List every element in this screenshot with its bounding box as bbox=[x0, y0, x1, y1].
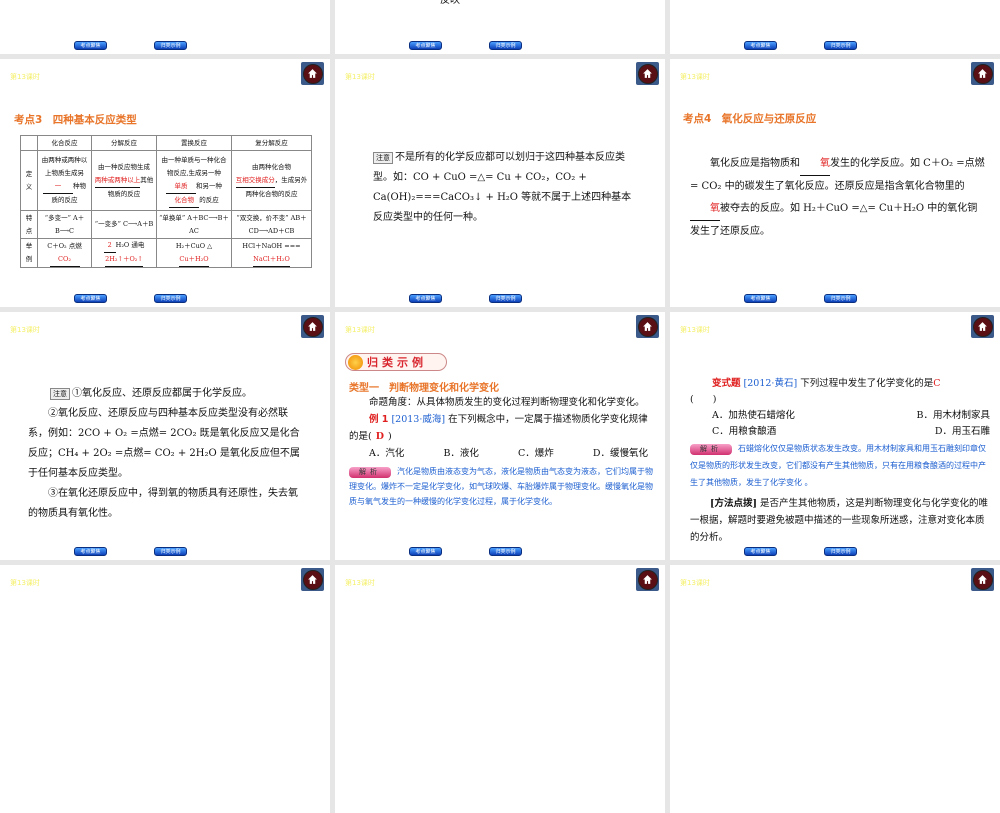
home-button[interactable] bbox=[971, 568, 994, 591]
table-cell: 由一种反应物生成两种或两种以上其他物质的反应 bbox=[91, 150, 157, 211]
nav-focus-button[interactable]: 考点聚焦 bbox=[744, 547, 777, 556]
slide-10: 第13课时 bbox=[0, 565, 330, 813]
table-cell: H₂＋CuO △ Cu＋H₂O bbox=[156, 238, 232, 268]
home-button[interactable] bbox=[301, 568, 324, 591]
nav-examples-button[interactable]: 归类示例 bbox=[489, 294, 522, 303]
lesson-label: 第13课时 bbox=[680, 73, 710, 81]
slide-5: 第13课时 注意 不是所有的化学反应都可以划归于这四种基本反应类型。如：CO + … bbox=[335, 59, 665, 307]
home-button[interactable] bbox=[301, 315, 324, 338]
badge-dot-icon bbox=[348, 354, 363, 370]
home-icon bbox=[302, 569, 323, 590]
home-button[interactable] bbox=[636, 568, 659, 591]
nav-focus-button[interactable]: 考点聚焦 bbox=[409, 41, 442, 50]
home-button[interactable] bbox=[971, 62, 994, 85]
nav-examples-button[interactable]: 归类示例 bbox=[489, 41, 522, 50]
row-label: 举例 bbox=[20, 238, 38, 268]
home-icon bbox=[972, 316, 993, 337]
table-header: 化合反应 bbox=[37, 135, 92, 151]
nav-examples-button[interactable]: 归类示例 bbox=[489, 547, 522, 556]
slide-7: 第13课时 注意 ①氧化反应、还原反应都属于化学反应。 ②氧化反应、还原反应与四种… bbox=[0, 312, 330, 560]
table-cell: 由两种或两种以上物质生成另一 种物质的反应 bbox=[37, 150, 92, 211]
nav-focus-button[interactable]: 考点聚焦 bbox=[744, 294, 777, 303]
note-paragraph: 注意 ①氧化反应、还原反应都属于化学反应。 ②氧化反应、还原反应与四种基本反应类型… bbox=[28, 388, 300, 519]
slide-4: 第13课时 考点3 四种基本反应类型 化合反应 分解反应 置换反应 复分解反应 定义 … bbox=[0, 59, 330, 307]
table-cell: “双交换，价不变” AB＋CD⟶AD＋CB bbox=[231, 210, 312, 239]
home-icon bbox=[972, 63, 993, 84]
nav-focus-button[interactable]: 考点聚焦 bbox=[74, 547, 107, 556]
lesson-label: 第13课时 bbox=[10, 73, 40, 81]
nav-examples-button[interactable]: 归类示例 bbox=[154, 547, 187, 556]
table-row: 定义 由两种或两种以上物质生成另一 种物质的反应 由一种反应物生成两种或两种以上其… bbox=[20, 150, 312, 211]
table-cell: 由两种化合物 互相交换成分，生成另外两种化合物的反应 bbox=[231, 150, 312, 211]
nav-examples-button[interactable]: 归类示例 bbox=[824, 294, 857, 303]
nav-examples-button[interactable]: 归类示例 bbox=[824, 41, 857, 50]
home-icon bbox=[637, 569, 658, 590]
lesson-label: 第13课时 bbox=[10, 579, 40, 587]
nav-examples-button[interactable]: 归类示例 bbox=[154, 294, 187, 303]
analysis-tag: 解析 bbox=[690, 444, 732, 455]
section-title: 考点4 氧化反应与还原反应 bbox=[683, 113, 817, 125]
reaction-types-table: 化合反应 分解反应 置换反应 复分解反应 定义 由两种或两种以上物质生成另一 种物质的反… bbox=[20, 135, 312, 268]
note-paragraph: 注意 不是所有的化学反应都可以划归于这四种基本反应类型。如：CO + CuO =△… bbox=[373, 152, 632, 223]
nav-focus-button[interactable]: 考点聚焦 bbox=[409, 294, 442, 303]
slide-9: 第13课时 变式题 [2012·黄石] 下列过程中发生了化学变化的是C ( ) … bbox=[670, 312, 1000, 560]
table-row: 举例 C＋O₂ 点燃 CO₂ 2 H₂O 通电 2H₂↑＋O₂↑ H₂＋CuO △ Cu… bbox=[20, 238, 312, 268]
section-title: 考点3 四种基本反应类型 bbox=[14, 114, 137, 126]
lesson-label: 第13课时 bbox=[345, 73, 375, 81]
home-button[interactable] bbox=[971, 315, 994, 338]
slide-11: 第13课时 bbox=[335, 565, 665, 813]
nav-focus-button[interactable]: 考点聚焦 bbox=[409, 547, 442, 556]
table-cell: 2 H₂O 通电 2H₂↑＋O₂↑ bbox=[91, 238, 157, 268]
table-header: 复分解反应 bbox=[231, 135, 312, 151]
home-icon bbox=[972, 569, 993, 590]
lesson-label: 第13课时 bbox=[10, 326, 40, 334]
table-cell: 由一种单质与一种化合物反应,生成另一种单质 和另一种化合物 的反应 bbox=[156, 150, 232, 211]
table-row: 特点 “多变一” A＋B⟶C “一变多” C⟶A＋B “单换单” A＋BC⟶B＋… bbox=[20, 210, 312, 239]
example-block: 命题角度：从具体物质发生的变化过程判断物理变化和化学变化。 例 1 [2013·… bbox=[349, 397, 653, 506]
nav-focus-button[interactable]: 考点聚焦 bbox=[74, 41, 107, 50]
slide-6: 第13课时 考点4 氧化反应与还原反应 氧化反应是指物质和 氧发生的化学反应。如 … bbox=[670, 59, 1000, 307]
table-cell: C＋O₂ 点燃 CO₂ bbox=[37, 238, 92, 268]
type-title: 类型一 判断物理变化和化学变化 bbox=[349, 383, 499, 394]
table-cell: “单换单” A＋BC⟶B＋AC bbox=[156, 210, 232, 239]
note-icon: 注意 bbox=[373, 152, 393, 164]
table-cell: “一变多” C⟶A＋B bbox=[91, 210, 157, 239]
lesson-label: 第13课时 bbox=[345, 326, 375, 334]
home-icon bbox=[302, 316, 323, 337]
slide-3: 考点聚焦 归类示例 bbox=[670, 0, 1000, 54]
home-button[interactable] bbox=[301, 62, 324, 85]
analysis-tag: 解析 bbox=[349, 467, 391, 478]
slide-text: 反映 bbox=[440, 0, 460, 6]
nav-examples-button[interactable]: 归类示例 bbox=[154, 41, 187, 50]
nav-focus-button[interactable]: 考点聚焦 bbox=[74, 294, 107, 303]
nav-focus-button[interactable]: 考点聚焦 bbox=[744, 41, 777, 50]
row-label: 特点 bbox=[20, 210, 38, 239]
home-button[interactable] bbox=[636, 62, 659, 85]
home-icon bbox=[637, 316, 658, 337]
slide-1: 考点聚焦 归类示例 bbox=[0, 0, 330, 54]
nav-examples-button[interactable]: 归类示例 bbox=[824, 547, 857, 556]
row-label: 定义 bbox=[20, 150, 38, 211]
table-header: 置换反应 bbox=[156, 135, 232, 151]
home-icon bbox=[637, 63, 658, 84]
paragraph: 氧化反应是指物质和 氧发生的化学反应。如 C＋O₂ =点燃= CO₂ 中的碳发生了… bbox=[690, 153, 986, 243]
table-header: 分解反应 bbox=[91, 135, 157, 151]
table-header bbox=[20, 135, 38, 151]
note-icon: 注意 bbox=[50, 388, 70, 400]
home-icon bbox=[302, 63, 323, 84]
lesson-label: 第13课时 bbox=[680, 326, 710, 334]
table-cell: “多变一” A＋B⟶C bbox=[37, 210, 92, 239]
slide-8: 第13课时 归类示例 类型一 判断物理变化和化学变化 命题角度：从具体物质发生的… bbox=[335, 312, 665, 560]
home-button[interactable] bbox=[636, 315, 659, 338]
slide-2: 反映 考点聚焦 归类示例 bbox=[335, 0, 665, 54]
lesson-label: 第13课时 bbox=[680, 579, 710, 587]
slide-12: 第13课时 bbox=[670, 565, 1000, 813]
table-cell: HCl＋NaOH ===NaCl＋H₂O bbox=[231, 238, 312, 268]
lesson-label: 第13课时 bbox=[345, 579, 375, 587]
section-badge: 归类示例 bbox=[345, 353, 447, 371]
variant-question: 变式题 [2012·黄石] 下列过程中发生了化学变化的是C ( ) A．加热使石… bbox=[690, 378, 990, 543]
